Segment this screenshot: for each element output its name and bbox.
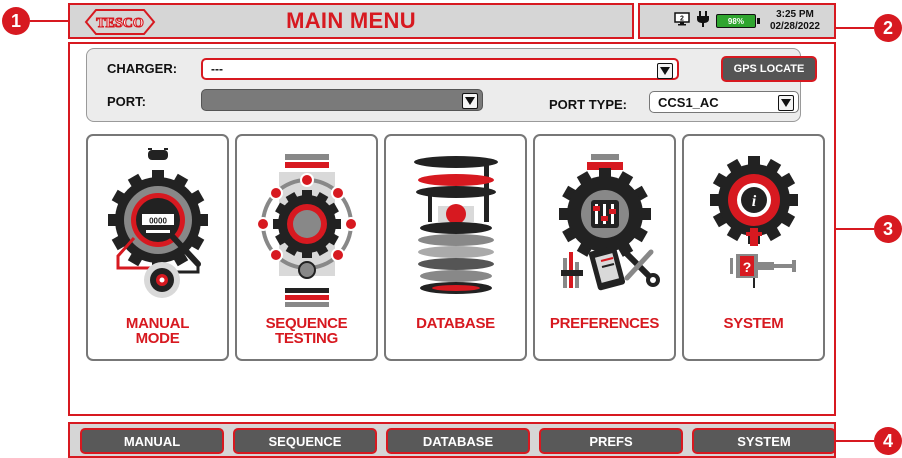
callout-1-line xyxy=(30,20,68,22)
port-type-dropdown[interactable]: CCS1_AC xyxy=(649,91,799,113)
callout-3-line xyxy=(836,228,874,230)
manual-mode-icon: 0000 xyxy=(108,148,208,298)
tile-sequence-testing[interactable]: SEQUENCE TESTING xyxy=(235,134,378,361)
time-text: 3:25 PM xyxy=(776,9,814,20)
database-icon xyxy=(414,156,498,294)
port-dropdown[interactable] xyxy=(201,89,483,111)
title-bar: TESCO MAIN MENU xyxy=(68,3,634,39)
preferences-icon xyxy=(559,154,660,291)
callout-2: 2 xyxy=(874,14,902,42)
tile-manual-mode[interactable]: 0000 MANUAL MODE xyxy=(86,134,229,361)
tesco-logo: TESCO xyxy=(84,7,156,42)
nav-manual-button[interactable]: MANUAL xyxy=(80,428,224,454)
tile-label-manual-mode: MANUAL MODE xyxy=(125,315,190,347)
bottom-nav-bar: MANUAL SEQUENCE DATABASE PREFS SYSTEM xyxy=(68,422,836,458)
tile-label-system: SYSTEM xyxy=(723,315,784,332)
port-type-label: PORT TYPE: xyxy=(549,97,628,112)
nav-sequence-button[interactable]: SEQUENCE xyxy=(233,428,377,454)
tile-database[interactable]: DATABASE xyxy=(384,134,527,361)
sequence-testing-icon xyxy=(256,154,358,307)
tile-label-sequence-testing: SEQUENCE TESTING xyxy=(265,315,348,347)
callout-3: 3 xyxy=(874,215,902,243)
gps-locate-button[interactable]: GPS LOCATE xyxy=(721,56,817,82)
callout-4-line xyxy=(836,440,874,442)
chevron-down-icon xyxy=(778,95,794,111)
tile-label-database: DATABASE xyxy=(416,315,495,332)
charger-settings-panel: CHARGER: --- GPS LOCATE PORT: PORT TYPE:… xyxy=(86,48,817,122)
date-text: 02/28/2022 xyxy=(769,21,820,32)
nav-prefs-button[interactable]: PREFS xyxy=(539,428,683,454)
tile-label-preferences: PREFERENCES xyxy=(549,315,660,332)
nav-system-button[interactable]: SYSTEM xyxy=(692,428,836,454)
battery-percent: 98% xyxy=(727,16,744,26)
charger-dropdown[interactable]: --- xyxy=(201,58,679,80)
logo-text: TESCO xyxy=(96,16,144,31)
tile-preferences[interactable]: PREFERENCES xyxy=(533,134,676,361)
power-plug-icon xyxy=(696,10,710,32)
chevron-down-icon xyxy=(462,93,478,109)
clock: 3:25 PM 02/28/2022 xyxy=(770,9,820,33)
page-title: MAIN MENU xyxy=(286,8,416,33)
nav-database-button[interactable]: DATABASE xyxy=(386,428,530,454)
svg-text:i: i xyxy=(752,193,757,210)
battery-indicator: 98% xyxy=(715,14,760,28)
main-menu-screen: 1 2 3 4 TESCO MAIN MENU 2 98% 3:25 PM 02… xyxy=(0,0,902,458)
main-panel: CHARGER: --- GPS LOCATE PORT: PORT TYPE:… xyxy=(68,42,836,416)
chevron-down-icon xyxy=(657,63,673,79)
svg-text:2: 2 xyxy=(680,15,684,22)
charger-label: CHARGER: xyxy=(107,61,178,76)
status-bar: 2 98% 3:25 PM 02/28/2022 xyxy=(638,3,836,39)
svg-text:0000: 0000 xyxy=(149,217,167,226)
port-type-value: CCS1_AC xyxy=(658,94,719,110)
svg-text:?: ? xyxy=(743,259,752,275)
callout-4: 4 xyxy=(874,427,902,455)
callout-1: 1 xyxy=(2,7,30,35)
system-icon: i ? xyxy=(710,156,798,288)
tile-system[interactable]: i ? SYSTEM xyxy=(682,134,825,361)
charger-value: --- xyxy=(211,62,223,76)
port-label: PORT: xyxy=(107,94,146,109)
screen-icon: 2 xyxy=(674,11,690,31)
callout-2-line xyxy=(836,27,874,29)
